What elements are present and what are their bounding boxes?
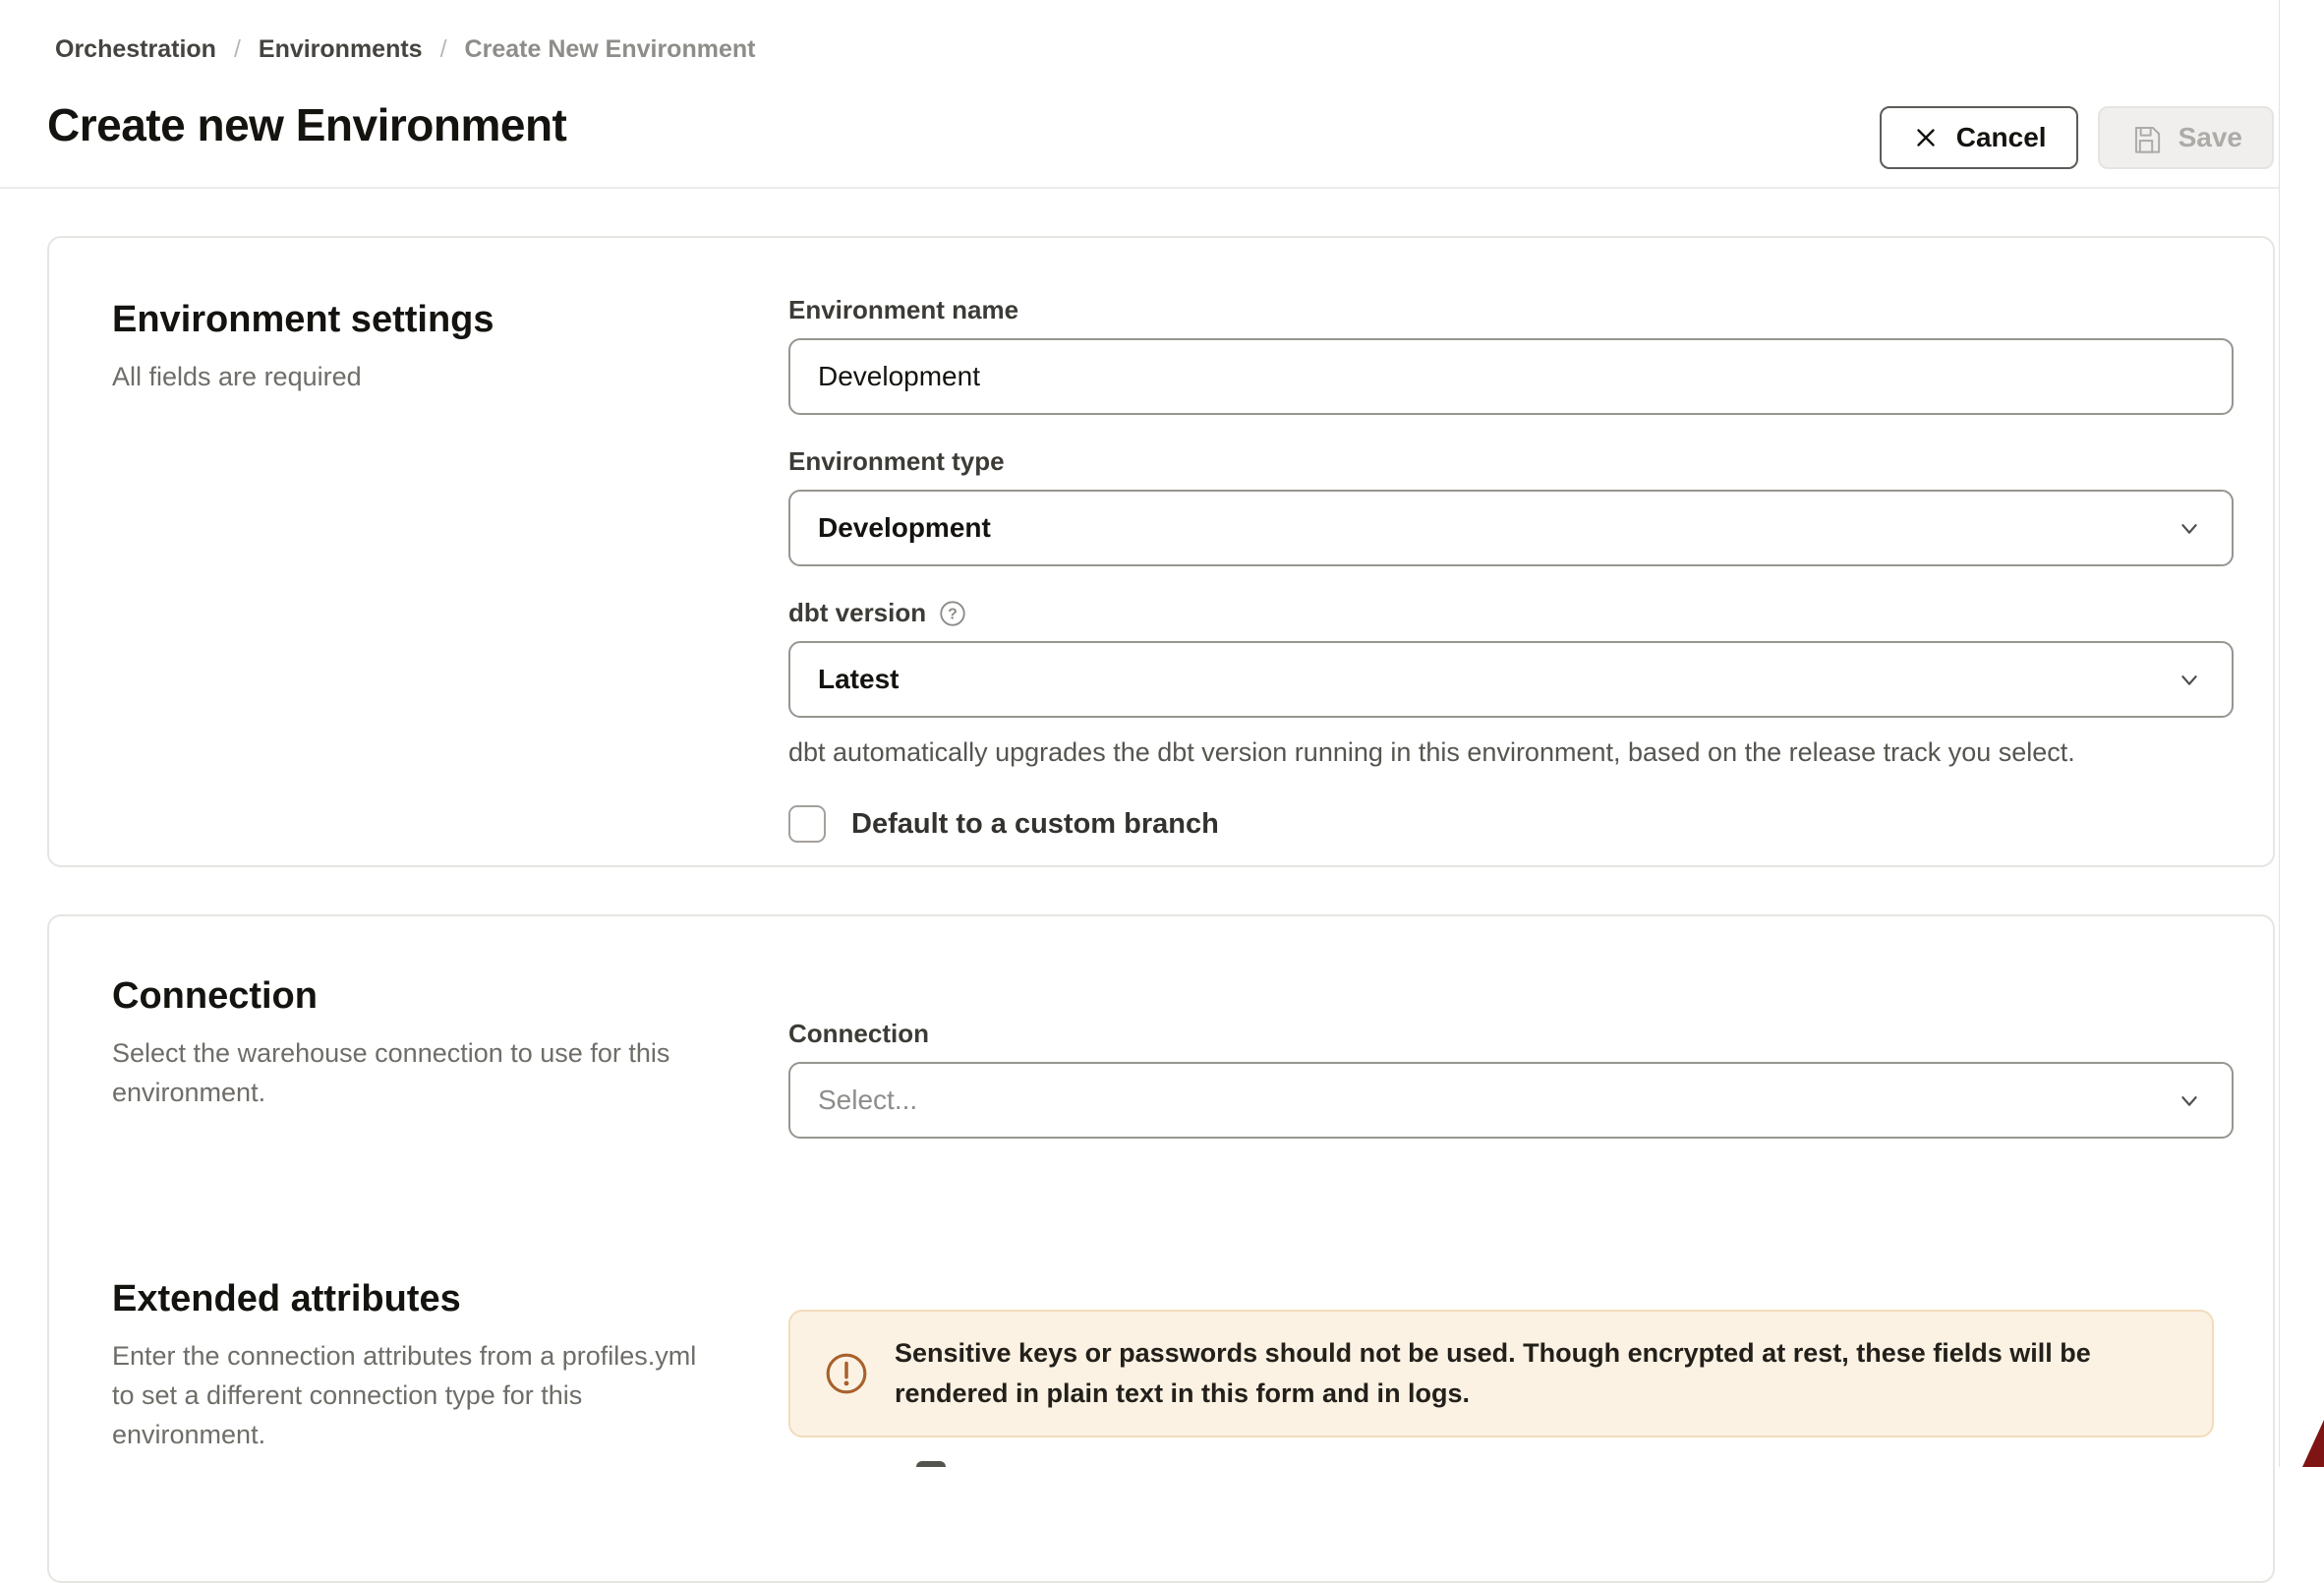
breadcrumb-orchestration[interactable]: Orchestration — [55, 35, 216, 64]
save-button[interactable]: Save — [2098, 106, 2274, 169]
connection-select-placeholder: Select... — [818, 1085, 917, 1116]
custom-branch-row: Default to a custom branch — [788, 805, 2234, 843]
x-icon — [1911, 123, 1941, 152]
chevron-down-icon — [2175, 665, 2204, 694]
cutoff-element-fragment — [916, 1461, 946, 1467]
connection-section-title: Connection — [112, 975, 682, 1018]
page-title: Create new Environment — [47, 98, 566, 151]
breadcrumb-separator: / — [234, 35, 241, 64]
dbt-version-help-text: dbt automatically upgrades the dbt versi… — [788, 737, 2234, 768]
header-actions: Cancel Save — [1880, 106, 2274, 169]
settings-section-title: Environment settings — [112, 299, 663, 341]
dbt-version-label: dbt version — [788, 598, 926, 628]
extended-attributes-description: Enter the connection attributes from a p… — [112, 1336, 722, 1454]
header-divider — [0, 187, 2279, 189]
alert-circle-icon — [824, 1351, 869, 1396]
environment-name-field: Environment name — [788, 295, 2234, 415]
connection-section-description: Select the warehouse connection to use f… — [112, 1033, 682, 1112]
environment-name-label: Environment name — [788, 295, 2234, 325]
sensitive-keys-warning-banner: Sensitive keys or passwords should not b… — [788, 1310, 2214, 1437]
environment-type-select[interactable]: Development — [788, 490, 2234, 566]
extended-attributes-title: Extended attributes — [112, 1278, 722, 1320]
breadcrumb: Orchestration / Environments / Create Ne… — [55, 35, 755, 64]
chevron-down-icon — [2175, 1085, 2204, 1115]
environment-name-input[interactable] — [788, 338, 2234, 415]
question-circle-icon[interactable]: ? — [938, 599, 967, 628]
chevron-down-icon — [2175, 513, 2204, 543]
breadcrumb-environments[interactable]: Environments — [259, 35, 423, 64]
breadcrumb-separator: / — [440, 35, 447, 64]
save-button-label: Save — [2179, 122, 2242, 153]
cutoff-corner-fragment — [2302, 1420, 2324, 1467]
floppy-disk-icon — [2129, 121, 2163, 154]
cancel-button-label: Cancel — [1956, 122, 2047, 153]
connection-select[interactable]: Select... — [788, 1062, 2234, 1139]
environment-type-label: Environment type — [788, 446, 2234, 477]
breadcrumb-current: Create New Environment — [465, 35, 756, 64]
settings-section-subtitle: All fields are required — [112, 357, 663, 396]
dbt-version-value: Latest — [818, 664, 899, 695]
connection-field-label: Connection — [788, 1019, 2234, 1049]
connection-field: Connection Select... — [788, 1019, 2234, 1139]
environment-type-value: Development — [818, 512, 991, 544]
svg-text:?: ? — [948, 606, 958, 622]
sensitive-keys-warning-text: Sensitive keys or passwords should not b… — [895, 1333, 2179, 1414]
cancel-button[interactable]: Cancel — [1880, 106, 2078, 169]
custom-branch-label: Default to a custom branch — [851, 808, 1219, 841]
scrollbar-track-edge[interactable] — [2279, 0, 2280, 1467]
environment-settings-card: Environment settings All fields are requ… — [47, 236, 2275, 867]
environment-type-field: Environment type Development — [788, 446, 2234, 566]
connection-card: Connection Select the warehouse connecti… — [47, 914, 2275, 1583]
dbt-version-select[interactable]: Latest — [788, 641, 2234, 718]
dbt-version-field: dbt version ? Latest — [788, 598, 2234, 718]
custom-branch-checkbox[interactable] — [788, 805, 826, 843]
